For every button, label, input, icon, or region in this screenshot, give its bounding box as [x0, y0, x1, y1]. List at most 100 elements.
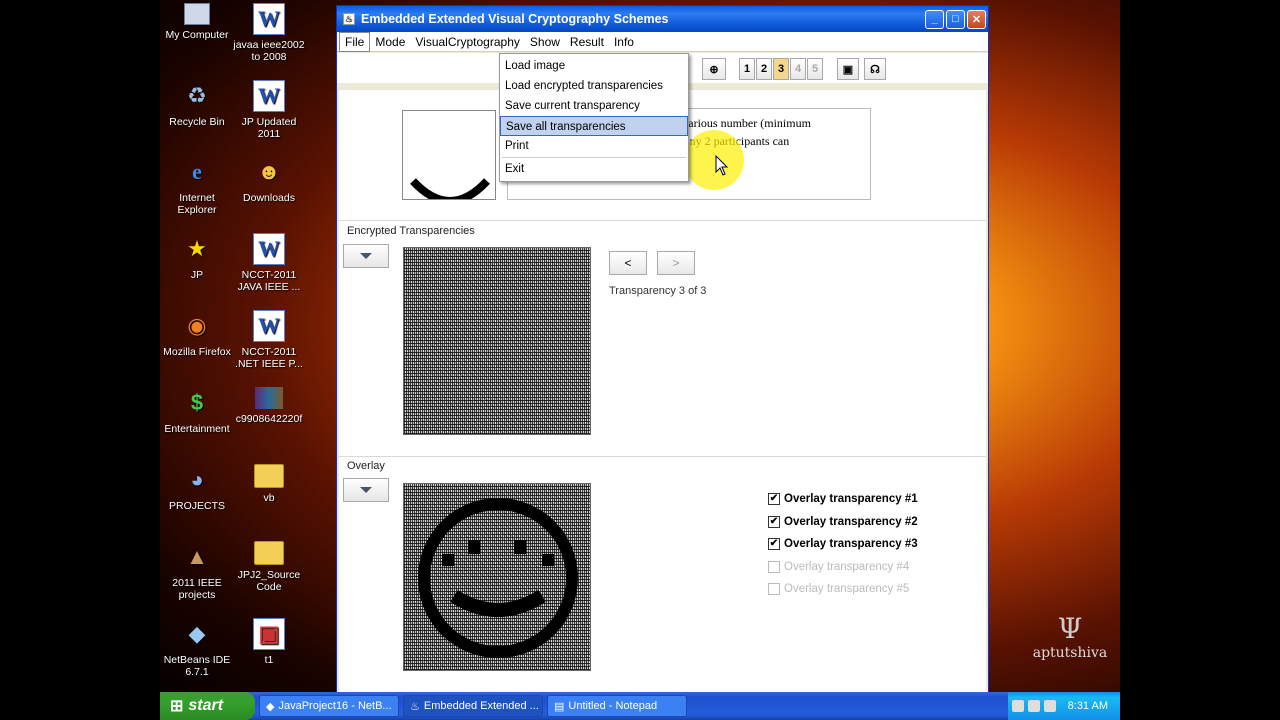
desktop-icon-label: NCCT-2011 .NET IEEE P...: [235, 346, 303, 370]
desktop-icon-jp-updated[interactable]: W JP Updated 2011: [232, 80, 306, 140]
overlay-check-3[interactable]: ✔ Overlay transparency #3: [768, 538, 918, 550]
zoom-button[interactable]: ⊕: [702, 58, 726, 80]
desktop-icon-recycle-bin[interactable]: ♻ Recycle Bin: [160, 80, 234, 129]
overlay-section: Overlay ✔ Overlay transparency #1 ✔ Overla…: [339, 456, 986, 692]
desktop-icon-2011-ieee[interactable]: ▲ 2011 IEEE projects: [160, 541, 234, 602]
close-button[interactable]: ✕: [967, 9, 986, 29]
task-label: Untitled - Notepad: [568, 700, 658, 712]
tool-number-2[interactable]: 2: [756, 58, 772, 80]
encrypted-transparency-image: [403, 247, 591, 435]
help-button[interactable]: ☊: [864, 58, 886, 80]
desktop-icon-label: Entertainment: [164, 423, 230, 435]
overlay-result-image: [403, 483, 591, 671]
task-embedded[interactable]: ♨ Embedded Extended ...: [403, 695, 543, 717]
desktop-icon-ncct-net[interactable]: W NCCT-2011 .NET IEEE P...: [232, 310, 306, 370]
folder-icon: [254, 541, 284, 565]
app-window: ♨ Embedded Extended Visual Cryptography …: [336, 5, 989, 695]
checkbox-unchecked-icon[interactable]: [768, 561, 780, 573]
overlay-check-label: Overlay transparency #1: [784, 493, 918, 505]
desktop-icon-vb[interactable]: vb: [232, 464, 306, 504]
tool-number-4[interactable]: 4: [790, 58, 806, 80]
desktop-icon-label: vb: [263, 492, 275, 504]
desktop-icon-jpj2-source[interactable]: JPJ2_Source Code: [232, 541, 306, 593]
overlay-dropdown-button[interactable]: [343, 478, 389, 502]
desktop-icon-label: My Computer: [165, 29, 229, 41]
encrypted-section: Encrypted Transparencies < > Transparenc…: [339, 220, 986, 456]
recycle-bin-icon: ♻: [187, 83, 207, 108]
desktop-icon-javaa-ieee[interactable]: W javaa ieee2002 to 2008: [232, 3, 306, 63]
window-titlebar[interactable]: ♨ Embedded Extended Visual Cryptography …: [337, 6, 988, 32]
overlay-check-1[interactable]: ✔ Overlay transparency #1: [768, 493, 918, 505]
overlay-check-2[interactable]: ✔ Overlay transparency #2: [768, 516, 918, 528]
clock[interactable]: 8:31 AM: [1068, 700, 1108, 712]
firefox-icon: ◉: [187, 313, 207, 338]
file-menu-popup: Load image Load encrypted transparencies…: [499, 53, 689, 182]
checkbox-checked-icon[interactable]: ✔: [768, 538, 780, 550]
overlay-check-5[interactable]: Overlay transparency #5: [768, 583, 909, 595]
desktop-icon-label: Mozilla Firefox: [163, 346, 231, 358]
menu-load-encrypted[interactable]: Load encrypted transparencies: [500, 76, 688, 96]
overlay-check-label: Overlay transparency #5: [784, 583, 910, 595]
desktop-icon-archive[interactable]: c9908642220f: [232, 387, 306, 425]
checkbox-checked-icon[interactable]: ✔: [768, 493, 780, 505]
taskbar: ⊞ start ◆ JavaProject16 - NetB... ♨ Embedde…: [160, 692, 1120, 720]
desktop-icon-internet-explorer[interactable]: e Internet Explorer: [160, 156, 234, 217]
desktop-icon-t1[interactable]: ▣ t1: [232, 618, 306, 666]
checkbox-checked-icon[interactable]: ✔: [768, 516, 780, 528]
desktop-icon-my-computer[interactable]: My Computer: [160, 3, 234, 41]
desktop-icon-ncct-java[interactable]: W NCCT-2011 JAVA IEEE ...: [232, 233, 306, 293]
menu-exit[interactable]: Exit: [500, 159, 688, 179]
desktop-icon-label: JP Updated 2011: [241, 116, 297, 140]
desktop-icon-entertainment[interactable]: $ Entertainment: [160, 387, 234, 436]
start-button[interactable]: ⊞ start: [160, 692, 255, 720]
tool-number-3[interactable]: 3: [773, 58, 789, 80]
desktop-icon-label: NCCT-2011 JAVA IEEE ...: [237, 269, 301, 293]
tool-number-5[interactable]: 5: [807, 58, 823, 80]
menu-save-all[interactable]: Save all transparencies: [500, 116, 688, 136]
tray-volume-icon[interactable]: [1043, 700, 1056, 712]
desktop: My Computer W javaa ieee2002 to 2008 ♻ R…: [160, 0, 1120, 720]
menu-mode[interactable]: Mode: [370, 33, 410, 51]
watermark-logo: Ψ aptutshiva: [1020, 612, 1120, 661]
tool-number-1[interactable]: 1: [739, 58, 755, 80]
star-shortcut-icon: ★: [187, 236, 207, 261]
dollar-shortcut-icon: $: [190, 390, 204, 415]
task-javaproject[interactable]: ◆ JavaProject16 - NetB...: [259, 695, 399, 717]
menu-info[interactable]: Info: [609, 33, 639, 51]
pyramid-icon: ▲: [186, 544, 208, 569]
menu-print[interactable]: Print: [500, 136, 688, 156]
minimize-button[interactable]: _: [925, 9, 944, 29]
menu-bar: File Mode VisualCryptography Show Result…: [337, 31, 988, 52]
overlay-section-label: Overlay: [347, 460, 385, 472]
prev-transparency-button[interactable]: <: [609, 251, 647, 275]
overlay-check-label: Overlay transparency #3: [784, 538, 918, 550]
checkbox-unchecked-icon[interactable]: [768, 583, 780, 595]
overlay-check-4[interactable]: Overlay transparency #4: [768, 561, 909, 573]
menu-save-current[interactable]: Save current transparency: [500, 96, 688, 116]
smiley-preview-icon: [410, 178, 490, 199]
tray-display-icon[interactable]: [1011, 700, 1024, 712]
desktop-icon-projects[interactable]: ◕ PROJECTS: [160, 464, 234, 513]
menu-show[interactable]: Show: [525, 33, 565, 51]
desktop-icon-firefox[interactable]: ◉ Mozilla Firefox: [160, 310, 234, 359]
desktop-icon-downloads[interactable]: ☻ Downloads: [232, 156, 306, 205]
smiley-face-icon: [418, 498, 578, 658]
desktop-icon-netbeans[interactable]: ◆ NetBeans IDE 6.7.1: [160, 618, 234, 679]
overlay-check-label: Overlay transparency #2: [784, 516, 918, 528]
tray-network-icon[interactable]: [1027, 700, 1040, 712]
save-image-button[interactable]: ▣: [837, 58, 859, 80]
projects-icon: ◕: [190, 467, 204, 492]
menu-result[interactable]: Result: [565, 33, 609, 51]
task-notepad[interactable]: ▤ Untitled - Notepad: [547, 695, 687, 717]
maximize-button[interactable]: □: [946, 9, 965, 29]
next-transparency-button[interactable]: >: [657, 251, 695, 275]
word-doc-icon: W: [253, 80, 285, 112]
image-icon: ▣: [842, 63, 854, 76]
desktop-icon-jp[interactable]: ★ JP: [160, 233, 234, 282]
menu-visualcryptography[interactable]: VisualCryptography: [410, 33, 525, 51]
encrypted-dropdown-button[interactable]: [343, 244, 389, 268]
menu-file[interactable]: File: [339, 31, 371, 52]
menu-load-image[interactable]: Load image: [500, 56, 688, 76]
task-label: Embedded Extended ...: [423, 700, 539, 712]
word-doc-icon: W: [253, 310, 285, 342]
